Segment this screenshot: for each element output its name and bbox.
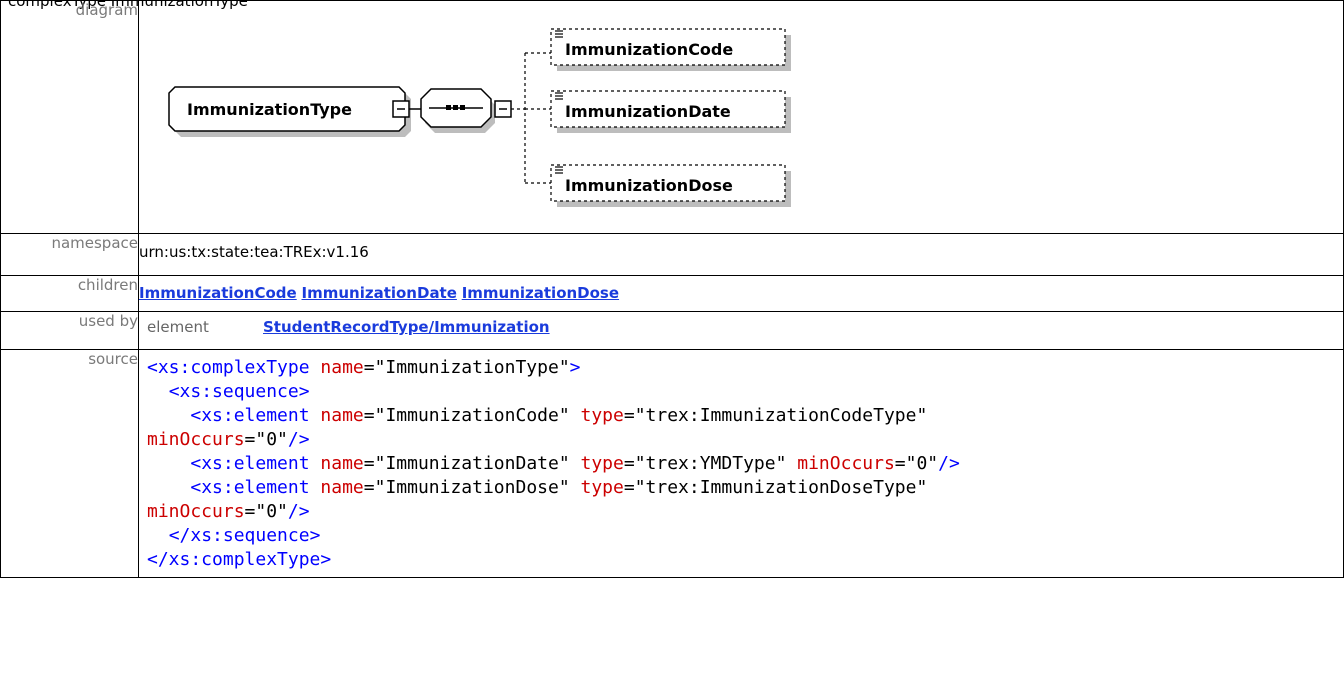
row-children: children ImmunizationCode ImmunizationDa… [0,275,1344,312]
used-by-cell: element StudentRecordType/Immunization [138,311,1344,350]
schema-doc-table: diagram ImmunizationType ImmunizationCod… [0,0,1344,578]
child-link-immunization-code[interactable]: ImmunizationCode [139,284,297,302]
child-name: ImmunizationCode [565,40,733,59]
row-used-by: used by element StudentRecordType/Immuniz… [0,311,1344,350]
used-by-kind: element [147,318,209,336]
label-namespace: namespace [0,233,139,276]
used-by-link[interactable]: StudentRecordType/Immunization [263,318,550,336]
child-name: ImmunizationDate [565,102,731,121]
source-cell: <xs:complexType name="ImmunizationType">… [138,349,1344,578]
label-source: source [0,349,139,578]
row-namespace: namespace urn:us:tx:state:tea:TREx:v1.16 [0,233,1344,276]
label-used-by: used by [0,311,139,350]
type-name: ImmunizationType [187,100,352,119]
children-links: ImmunizationCode ImmunizationDate Immuni… [138,275,1344,312]
child-link-immunization-dose[interactable]: ImmunizationDose [462,284,619,302]
label-children: children [0,275,139,312]
child-name: ImmunizationDose [565,176,733,195]
row-diagram: diagram ImmunizationType ImmunizationCod… [0,0,1344,234]
namespace-value: urn:us:tx:state:tea:TREx:v1.16 [138,233,1344,276]
source-code: <xs:complexType name="ImmunizationType">… [147,357,960,570]
row-source: source <xs:complexType name="Immunizatio… [0,349,1344,578]
diagram-cell: ImmunizationType ImmunizationCode Immuni… [138,0,1344,234]
schema-diagram: ImmunizationType ImmunizationCode Immuni… [168,28,791,207]
label-diagram: diagram [0,0,139,234]
child-link-immunization-date[interactable]: ImmunizationDate [302,284,457,302]
